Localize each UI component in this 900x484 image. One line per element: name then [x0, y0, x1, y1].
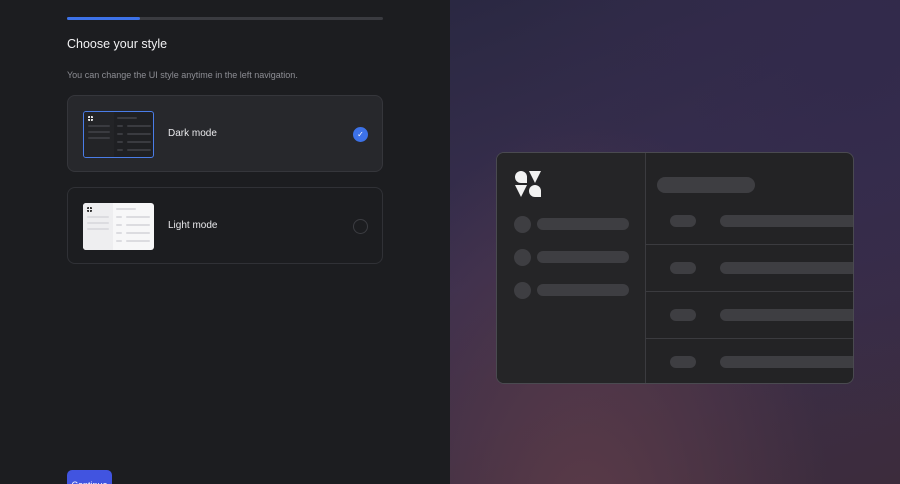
light-mode-label: Light mode [168, 220, 218, 231]
preview-row [646, 338, 853, 383]
preview-nav-bar [537, 251, 629, 263]
style-preview-panel [450, 0, 900, 484]
preview-sidebar [497, 153, 646, 383]
preview-row [646, 291, 853, 337]
page-subtitle: You can change the UI style anytime in t… [67, 70, 298, 80]
brand-logo-icon [515, 171, 541, 197]
preview-nav-avatar [514, 282, 531, 299]
continue-button[interactable]: Continue [67, 470, 112, 484]
dark-mode-label: Dark mode [168, 128, 217, 139]
light-mode-option[interactable]: Light mode [67, 187, 383, 264]
preview-header-bar [657, 177, 755, 193]
page-title: Choose your style [67, 37, 168, 51]
dark-mode-option[interactable]: Dark mode ✓ [67, 95, 383, 172]
progress-bar [67, 17, 383, 20]
dark-mode-thumbnail [83, 111, 154, 158]
preview-main [646, 153, 853, 383]
light-mode-thumbnail [83, 203, 154, 250]
ui-preview-window [496, 152, 854, 384]
preview-nav-avatar [514, 216, 531, 233]
brand-logo-icon [87, 207, 92, 212]
light-mode-radio[interactable] [353, 219, 368, 234]
preview-nav-bar [537, 284, 629, 296]
progress-fill [67, 17, 140, 20]
preview-nav-avatar [514, 249, 531, 266]
preview-row [646, 198, 853, 244]
preview-nav-bar [537, 218, 629, 230]
checkmark-icon: ✓ [357, 129, 364, 139]
dark-mode-radio[interactable]: ✓ [353, 127, 368, 142]
preview-row [646, 244, 853, 290]
brand-logo-icon [88, 116, 93, 121]
style-selection-panel: Choose your style You can change the UI … [0, 0, 450, 484]
